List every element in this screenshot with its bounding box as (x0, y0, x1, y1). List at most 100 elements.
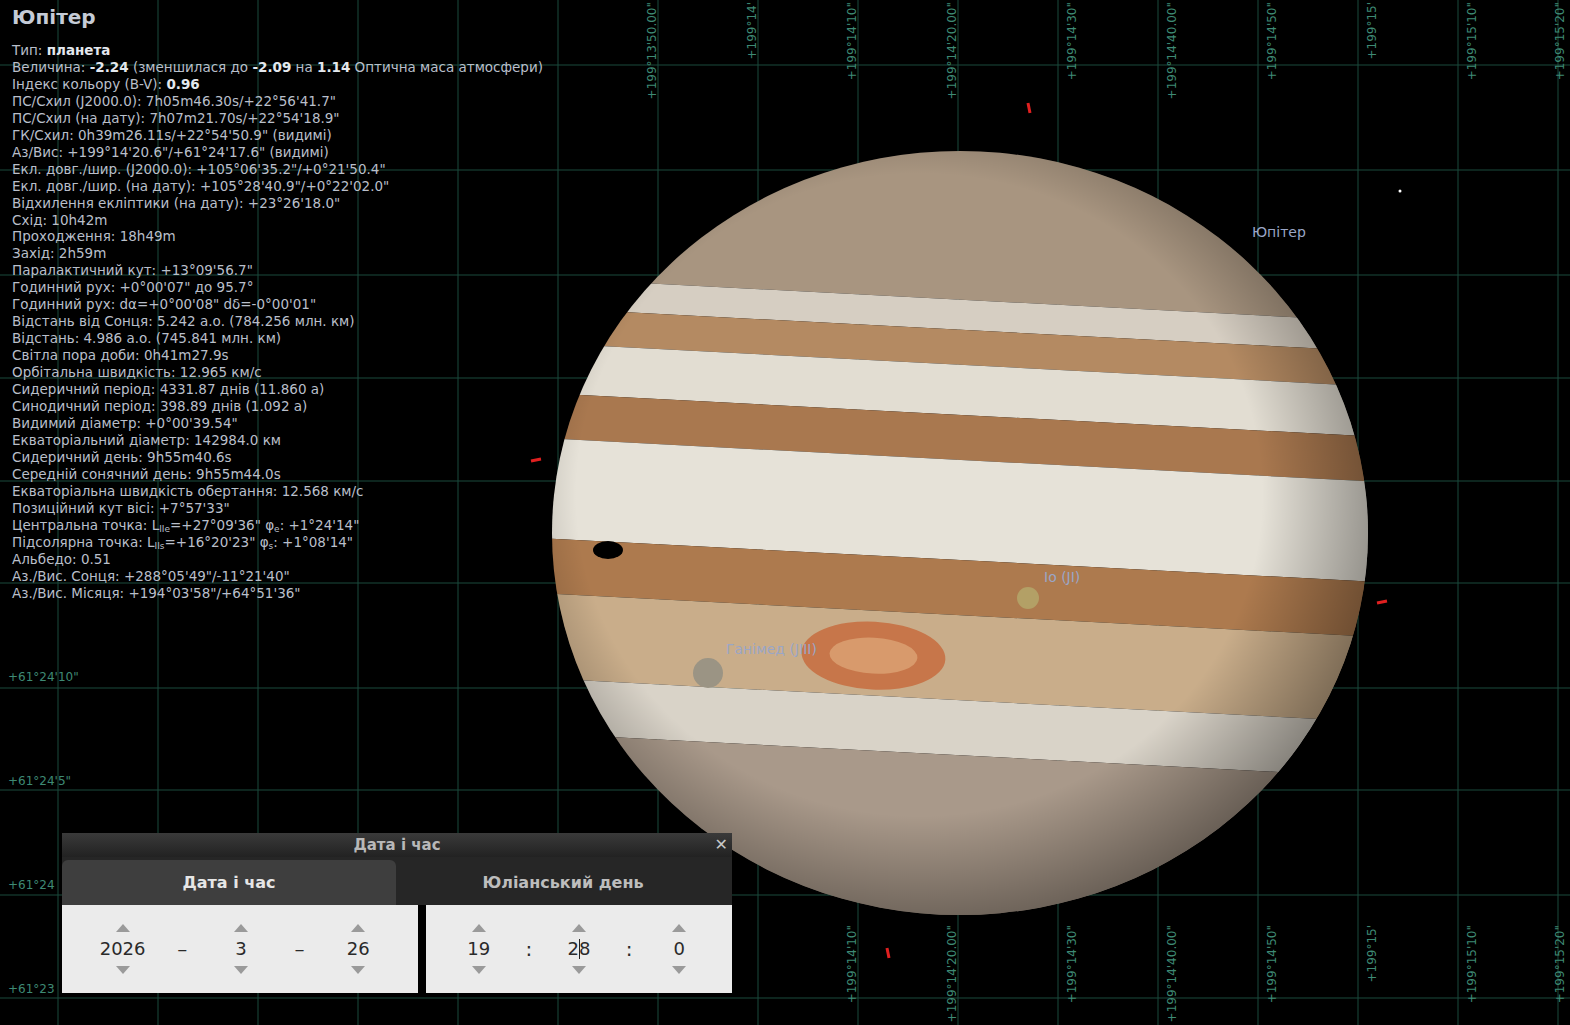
decrease-arrow-icon[interactable] (472, 966, 486, 974)
io-moon[interactable] (1016, 586, 1040, 610)
moon-label: Ганімед (JIII) (726, 641, 817, 657)
grid-label: +199°14'10" (845, 925, 860, 940)
info-line: Світла пора доби: 0h41m27.9s (12, 347, 543, 364)
info-line: Захід: 2h59m (12, 245, 543, 262)
increase-arrow-icon[interactable] (351, 924, 365, 932)
grid-label: +199°14'40.00" (1165, 2, 1180, 17)
time-fields: 19:28:0 (426, 905, 732, 993)
increase-arrow-icon[interactable] (472, 924, 486, 932)
info-line: Альбедо: 0.51 (12, 551, 543, 568)
ganymede-moon[interactable] (692, 657, 724, 689)
spin-field[interactable]: 26 (336, 924, 380, 974)
jupiter-planet[interactable] (552, 150, 1368, 916)
info-line: Величина: -2.24 (зменшилася до -2.09 на … (12, 59, 543, 76)
info-line: Паралактичний кут: +13°09'56.7" (12, 262, 543, 279)
info-line: Екваторіальний діаметр: 142984.0 км (12, 432, 543, 449)
info-line: Екл. довг./шир. (J2000.0): +105°06'35.2"… (12, 161, 543, 178)
grid-label: +199°13'50.00" (645, 2, 660, 17)
marker-icon (528, 455, 544, 465)
increase-arrow-icon[interactable] (234, 924, 248, 932)
info-line: Центральна точка: LIIe=+27°09'36" φe: +1… (12, 517, 543, 534)
grid-label: +199°15' (1365, 925, 1380, 940)
tab-bar: Дата і часЮліанський день (62, 857, 732, 905)
info-line: Позиційний кут вісі: +7°57'33" (12, 500, 543, 517)
info-line: Аз/Вис: +199°14'20.6"/+61°24'17.6" (види… (12, 144, 543, 161)
grid-label: +61°24 (8, 878, 55, 892)
object-info: Юпітер Тип: планетаВеличина: -2.24 (зменш… (0, 0, 555, 605)
star-icon (1397, 188, 1403, 194)
info-line: Екл. довг./шир. (на дату): +105°28'40.9"… (12, 178, 543, 195)
grid-label: +61°24'10" (8, 670, 79, 684)
field-value[interactable]: 19 (467, 938, 490, 960)
info-line: Екваторіальна швидкість обертання: 12.56… (12, 483, 543, 500)
grid-label: +199°14'20.00" (945, 2, 960, 17)
grid-label: +199°15'20" (1553, 925, 1568, 940)
info-line: ГК/Схил: 0h39m26.11s/+22°54'50.9" (видим… (12, 127, 543, 144)
grid-label: +199°14'50" (1265, 2, 1280, 17)
dialog-body: 2026–3–2619:28:0 (62, 905, 732, 993)
info-line: Сидеричний період: 4331.87 днів (11.860 … (12, 381, 543, 398)
sky-view[interactable]: +199°13'50.00" +199°14' +199°14'10" +199°14… (0, 0, 1570, 1025)
decrease-arrow-icon[interactable] (234, 966, 248, 974)
decrease-arrow-icon[interactable] (116, 966, 130, 974)
decrease-arrow-icon[interactable] (572, 966, 586, 974)
info-line: Синодичний період: 398.89 днів (1.092 а) (12, 398, 543, 415)
info-line: Індекс кольору (B-V): 0.96 (12, 76, 543, 93)
field-value[interactable]: 3 (235, 938, 246, 960)
date-time-dialog[interactable]: Дата і час✕Дата і часЮліанський день2026… (62, 833, 732, 993)
grid-label: +199°14' (745, 2, 760, 17)
field-separator: : (626, 937, 633, 961)
increase-arrow-icon[interactable] (572, 924, 586, 932)
info-line: Аз./Вис. Місяця: +194°03'58"/+64°51'36" (12, 585, 543, 602)
close-button[interactable]: ✕ (715, 835, 728, 854)
grid-label: +199°14'30" (1065, 925, 1080, 940)
info-line: Відхилення екліптики (на дату): +23°26'1… (12, 195, 543, 212)
dialog-title: Дата і час (353, 836, 440, 854)
object-title: Юпітер (12, 4, 543, 30)
spin-field[interactable]: 19 (457, 924, 501, 974)
grid-label: +61°24'5" (8, 774, 71, 788)
info-line: ПС/Схил (на дату): 7h07m21.70s/+22°54'18… (12, 110, 543, 127)
grid-label: +61°23 (8, 982, 55, 996)
grid-label: +199°15' (1365, 2, 1380, 17)
field-value[interactable]: 0 (674, 938, 685, 960)
grid-label: +199°14'40.00" (1165, 925, 1180, 940)
grid-label: +199°14'30" (1065, 2, 1080, 17)
date-fields: 2026 – 3 – 26 (62, 905, 418, 993)
moon-shadow (592, 540, 624, 560)
decrease-arrow-icon[interactable] (351, 966, 365, 974)
dialog-header[interactable]: Дата і час ✕ (62, 833, 732, 857)
field-separator: – (295, 937, 305, 961)
grid-label: +199°14'50" (1265, 925, 1280, 940)
spin-field[interactable]: 28 (557, 924, 601, 974)
field-value[interactable]: 28 (568, 938, 591, 960)
grid-label: +199°14'20.00" (945, 925, 960, 940)
grid-label: +199°15'20" (1553, 2, 1568, 17)
info-line: Видимий діаметр: +0°00'39.54" (12, 415, 543, 432)
marker-icon (1374, 597, 1390, 607)
increase-arrow-icon[interactable] (116, 924, 130, 932)
info-line: Проходження: 18h49m (12, 228, 543, 245)
info-line: Схід: 10h42m (12, 212, 543, 229)
field-value[interactable]: 26 (347, 938, 370, 960)
info-line: Годинний рух: dα=+0°00'08" dδ=-0°00'01" (12, 296, 543, 313)
decrease-arrow-icon[interactable] (672, 966, 686, 974)
tab[interactable]: Дата і час (62, 860, 396, 905)
spin-field[interactable]: 2026 (100, 924, 146, 974)
field-separator: – (177, 937, 187, 961)
info-line: Тип: планета (12, 42, 543, 59)
info-line: Відстань від Сонця: 5.242 а.о. (784.256 … (12, 313, 543, 330)
field-value[interactable]: 2026 (100, 938, 146, 960)
info-line: Сидеричний день: 9h55m40.6s (12, 449, 543, 466)
marker-icon (1025, 100, 1033, 116)
info-line: Середній сонячний день: 9h55m44.0s (12, 466, 543, 483)
info-line: Відстань: 4.986 а.о. (745.841 млн. км) (12, 330, 543, 347)
grid-label: +199°15'10" (1465, 925, 1480, 940)
increase-arrow-icon[interactable] (672, 924, 686, 932)
moon-label: Io (JI) (1044, 569, 1080, 585)
tab[interactable]: Юліанський день (396, 860, 730, 905)
spin-field[interactable]: 3 (219, 924, 263, 974)
spin-field[interactable]: 0 (657, 924, 701, 974)
grid-label: +199°14'10" (845, 2, 860, 17)
text-caret (579, 939, 580, 959)
